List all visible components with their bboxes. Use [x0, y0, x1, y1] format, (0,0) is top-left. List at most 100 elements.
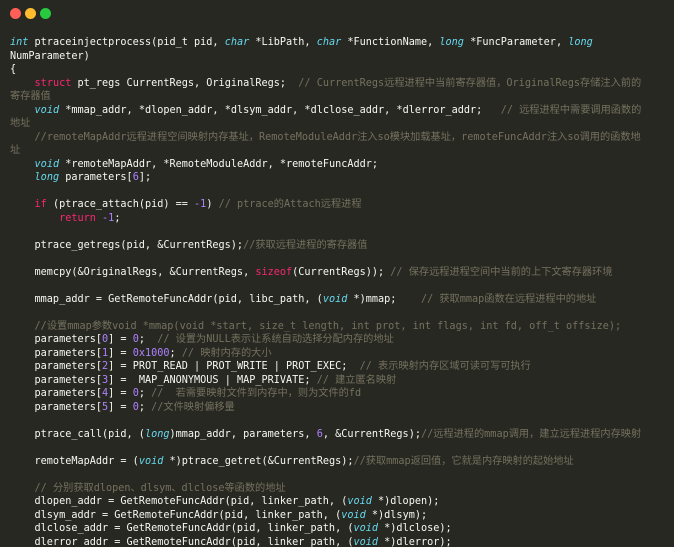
code-line: // 分别获取dlopen、dlsym、dlclose等函数的地址 — [10, 482, 668, 496]
code-token: long — [34, 172, 60, 183]
code-token: parameters[ — [59, 172, 133, 183]
code-token: *)dlclose); — [378, 523, 452, 534]
code-token: -1 — [102, 212, 115, 224]
code-token: char — [316, 37, 342, 48]
code-token: // 建立匿名映射 — [316, 374, 397, 386]
code-line: 寄存器值 — [10, 90, 668, 104]
code-token: *LibPath, — [249, 37, 317, 48]
code-token: *)dlsym); — [365, 509, 428, 521]
code-token: *remoteMapAddr, *RemoteModuleAddr, *remo… — [59, 158, 379, 170]
code-token: ] = MAP_ANONYMOUS | MAP_PRIVATE; — [108, 374, 317, 386]
code-token: ) — [206, 199, 219, 210]
code-token: parameters[ — [10, 401, 103, 413]
code-token: long — [144, 428, 170, 440]
code-line: //设置mmap参数void *mmap(void *start, size_t… — [10, 320, 668, 334]
code-token: int — [10, 37, 29, 48]
code-token: NumParameter) — [10, 50, 90, 62]
code-line: ptrace_call(pid, (long)mmap_addr, parame… — [10, 428, 668, 442]
code-token: parameters[ — [10, 361, 103, 372]
code-token: *)ptrace_getret(&CurrentRegs); — [163, 455, 354, 467]
code-token: // 映射内存的大小 — [181, 347, 272, 359]
code-block: int ptraceinjectprocess(pid_t pid, char … — [10, 36, 668, 547]
code-token: void — [34, 104, 60, 116]
code-token: // 获取mmap函数在远程进程中的地址 — [420, 293, 597, 305]
code-line: 址 — [10, 144, 668, 158]
code-token: // 分别获取dlopen、dlsym、dlclose等函数的地址 — [34, 482, 286, 494]
code-line: parameters[4] = 0; // 若需要映射文件到内存中，则为文件的f… — [10, 387, 668, 401]
code-token: ; — [114, 212, 121, 224]
code-line: parameters[1] = 0x1000; // 映射内存的大小 — [10, 347, 668, 361]
code-token: //remoteMapAddr远程进程空间映射内存基址，RemoteModule… — [34, 131, 641, 143]
code-line: //remoteMapAddr远程进程空间映射内存基址，RemoteModule… — [10, 131, 668, 145]
code-token: void — [347, 496, 372, 507]
code-token: void — [322, 293, 348, 305]
code-line: NumParameter) — [10, 50, 668, 64]
close-window-dot-icon[interactable] — [10, 8, 21, 19]
minimize-window-dot-icon[interactable] — [25, 8, 36, 19]
code-token: *FunctionName, — [341, 37, 440, 48]
code-token: long — [568, 37, 593, 48]
code-token: void — [353, 536, 379, 547]
code-line: remoteMapAddr = (void *)ptrace_getret(&C… — [10, 455, 668, 469]
code-token: dlclose_addr = GetRemoteFuncAddr(pid, li… — [10, 523, 354, 534]
code-token: 寄存器值 — [10, 91, 51, 102]
code-token: 0x1000 — [132, 347, 170, 359]
code-line: void *remoteMapAddr, *RemoteModuleAddr, … — [10, 158, 668, 172]
code-token: if — [34, 199, 47, 210]
code-token: ] = — [108, 388, 133, 399]
code-token: *)dlerror); — [378, 536, 452, 547]
code-line: if (ptrace_attach(pid) == -1) // ptrace的… — [10, 198, 668, 212]
code-line: dlsym_addr = GetRemoteFuncAddr(pid, link… — [10, 509, 668, 523]
code-token: , &CurrentRegs); — [322, 428, 421, 440]
code-token: struct — [34, 77, 72, 89]
code-line: parameters[2] = PROT_READ | PROT_WRITE |… — [10, 360, 668, 374]
code-token: // 远程进程中需要调用函数的 — [500, 104, 642, 116]
code-token: ] = — [108, 347, 133, 359]
code-token: char — [224, 37, 250, 48]
code-token: parameters[ — [10, 347, 103, 359]
code-token: // ptrace的Attach远程进程 — [218, 199, 362, 210]
code-line: parameters[0] = 0; // 设置为NULL表示让系统自动选择分配… — [10, 333, 668, 347]
code-line: dlclose_addr = GetRemoteFuncAddr(pid, li… — [10, 522, 668, 536]
code-token: parameters[ — [10, 388, 103, 399]
code-token: //获取远程进程的寄存器值 — [243, 239, 368, 251]
code-token: ptrace_getregs(pid, &CurrentRegs); — [10, 239, 244, 251]
code-token: return — [59, 212, 96, 224]
code-line: dlerror_addr = GetRemoteFuncAddr(pid, li… — [10, 536, 668, 547]
code-token: ; — [169, 347, 182, 359]
code-token: void — [353, 523, 379, 534]
code-token: // 表示映射内存区域可读可写可执行 — [359, 361, 531, 372]
maximize-window-dot-icon[interactable] — [40, 8, 51, 19]
code-line: return -1; — [10, 212, 668, 226]
code-token: (CurrentRegs)); — [292, 266, 391, 278]
code-token: *)dlopen); — [371, 496, 440, 507]
code-line: ptrace_getregs(pid, &CurrentRegs);//获取远程… — [10, 239, 668, 253]
code-token: parameters[ — [10, 374, 103, 386]
code-token: sizeof — [255, 266, 293, 278]
code-token: dlsym_addr = GetRemoteFuncAddr(pid, link… — [10, 509, 342, 521]
code-token: remoteMapAddr = ( — [10, 455, 139, 467]
code-token: //设置mmap参数void *mmap(void *start, size_t… — [34, 320, 622, 332]
code-line: { — [10, 63, 668, 77]
code-token: long — [439, 37, 464, 48]
code-token: ]; — [138, 172, 152, 183]
code-token: mmap_addr = GetRemoteFuncAddr(pid, libc_… — [10, 293, 323, 305]
code-token: // CurrentRegs远程进程中当前寄存器值，OriginalRegs存储… — [298, 77, 642, 89]
code-token: )mmap_addr, parameters, — [169, 428, 317, 440]
code-line: parameters[5] = 0; //文件映射偏移量 — [10, 401, 668, 415]
code-line: struct pt_regs CurrentRegs, OriginalRegs… — [10, 77, 668, 91]
code-token: // 保存远程进程空间中当前的上下文寄存器环境 — [390, 266, 613, 278]
